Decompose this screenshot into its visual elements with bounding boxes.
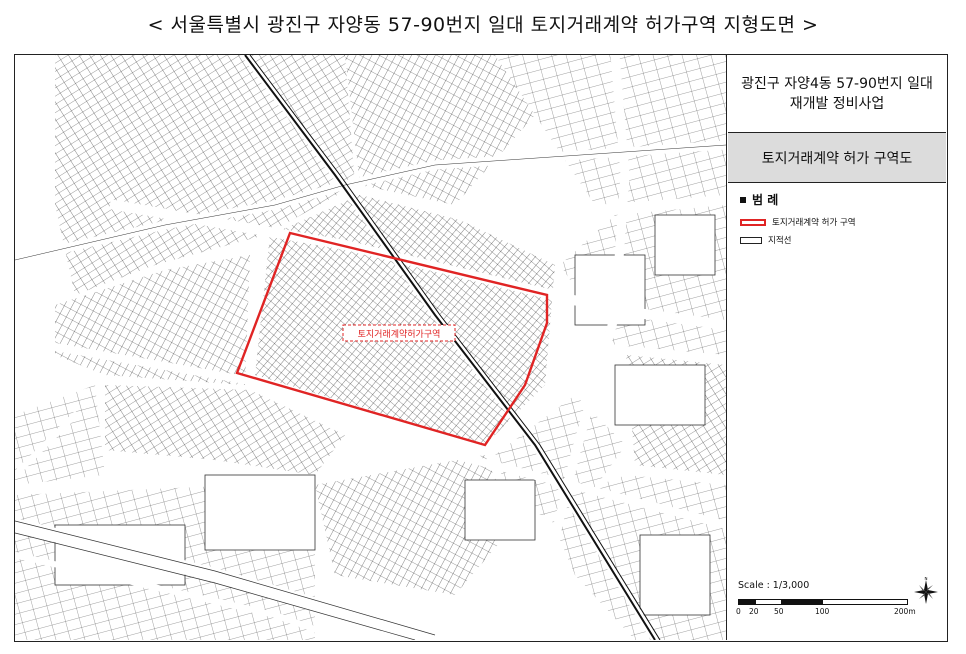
- scale-tick: 0: [736, 607, 741, 616]
- scale-label: Scale : 1/3,000: [738, 580, 810, 591]
- scale-tick: 100: [815, 607, 830, 616]
- north-arrow-icon: N: [914, 577, 938, 604]
- legend-item-parcel-line: 지적선: [740, 234, 934, 246]
- cadastral-map[interactable]: 토지거래계약허가구역: [15, 55, 727, 640]
- scale-tick-labels: 0 20 50 100 200m: [736, 605, 928, 617]
- map-name: 토지거래계약 허가 구역도: [728, 133, 946, 183]
- project-title-line-2: 재개발 정비사업: [789, 95, 885, 112]
- legend-item-label: 토지거래계약 허가 구역: [772, 218, 856, 228]
- compass-north-label: N: [925, 577, 928, 581]
- title-block-panel: 광진구 자양4동 57-90번지 일대 재개발 정비사업 토지거래계약 허가 구…: [728, 55, 946, 640]
- legend-item-permit-area: 토지거래계약 허가 구역: [740, 216, 934, 228]
- parcel-line-swatch: [740, 236, 762, 244]
- permit-area-swatch: [740, 218, 766, 226]
- cadastral-map-svg: 토지거래계약허가구역: [15, 55, 726, 640]
- scale-tick: 50: [774, 607, 784, 616]
- permit-area-label: 토지거래계약허가구역: [358, 328, 441, 340]
- legend-title: 범 례: [752, 193, 779, 207]
- legend: 범 례 토지거래계약 허가 구역 지적선: [728, 183, 946, 260]
- map-sheet-frame: 토지거래계약허가구역 광진구 자양4동 57-90번지 일대 재개발 정비사업 …: [14, 54, 948, 642]
- project-title: 광진구 자양4동 57-90번지 일대 재개발 정비사업: [728, 55, 946, 133]
- legend-item-label: 지적선: [768, 236, 792, 246]
- scale-tick: 20: [749, 607, 759, 616]
- page-title: < 서울특별시 광진구 자양동 57-90번지 일대 토지거래계약 허가구역 지…: [147, 14, 819, 36]
- legend-heading: 범 례: [740, 191, 934, 208]
- legend-bullet-icon: [740, 196, 746, 203]
- scale-tick: 200m: [894, 607, 916, 616]
- project-title-line-1: 광진구 자양4동 57-90번지 일대: [741, 75, 933, 92]
- scale-block: Scale : 1/3,000 0 20 50 100 200m: [736, 580, 938, 617]
